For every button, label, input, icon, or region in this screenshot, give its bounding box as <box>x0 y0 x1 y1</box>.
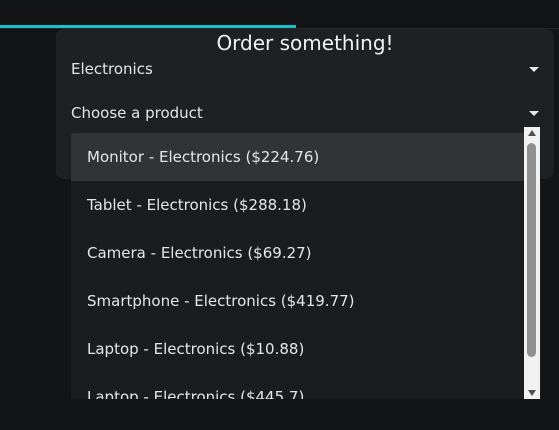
loading-progress-fill <box>0 25 297 28</box>
scroll-down-arrow-icon[interactable] <box>528 390 536 396</box>
caret-down-icon <box>529 110 539 116</box>
product-option[interactable]: Monitor - Electronics ($224.76) <box>71 133 526 181</box>
product-option[interactable]: Laptop - Electronics ($10.88) <box>71 325 526 373</box>
category-select-value: Electronics <box>71 60 153 78</box>
product-option[interactable]: Tablet - Electronics ($288.18) <box>71 181 526 229</box>
top-bar <box>0 0 559 29</box>
product-option[interactable]: Laptop - Electronics ($445.7) <box>71 373 526 399</box>
scrollbar-thumb[interactable] <box>527 143 536 357</box>
product-options: Monitor - Electronics ($224.76) Tablet - … <box>71 133 526 399</box>
product-select[interactable]: Choose a product <box>71 98 541 128</box>
page-title: Order something! <box>216 31 394 55</box>
dropdown-scrollbar[interactable] <box>524 127 540 399</box>
product-option[interactable]: Camera - Electronics ($69.27) <box>71 229 526 277</box>
product-option[interactable]: Smartphone - Electronics ($419.77) <box>71 277 526 325</box>
product-select-placeholder: Choose a product <box>71 104 203 122</box>
loading-progress-bar <box>0 25 559 28</box>
caret-down-icon <box>529 66 539 72</box>
scroll-up-arrow-icon[interactable] <box>528 130 536 136</box>
category-select[interactable]: Electronics <box>71 54 541 84</box>
product-dropdown-list: Monitor - Electronics ($224.76) Tablet - … <box>71 133 541 399</box>
